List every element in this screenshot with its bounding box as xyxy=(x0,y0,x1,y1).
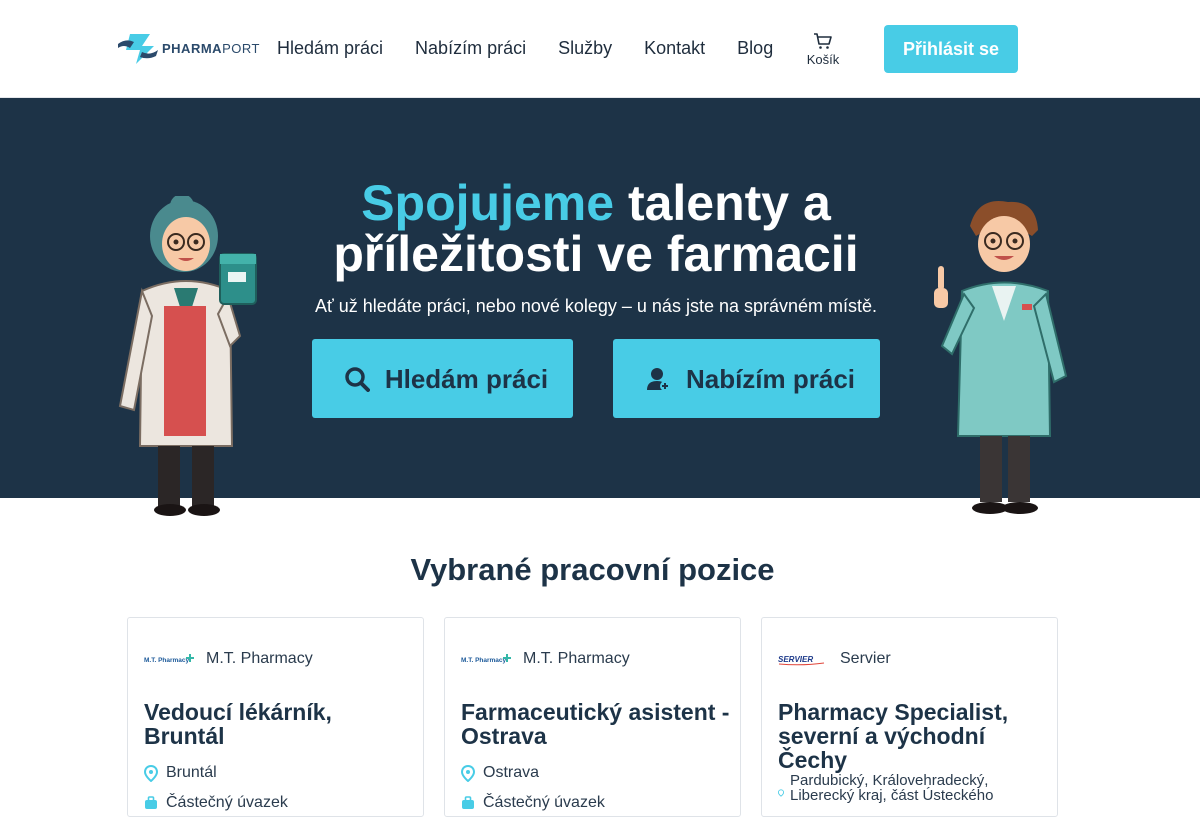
cart-icon xyxy=(814,33,832,49)
hero-title-part2: příležitosti ve farmacii xyxy=(333,226,859,282)
nav-item-kontakt[interactable]: Kontakt xyxy=(644,38,705,58)
offer-job-label: Nabízím práci xyxy=(685,363,856,394)
hero-title: Spojujeme talenty a příležitosti ve farm… xyxy=(296,178,896,280)
job-location: Ostrava xyxy=(483,764,540,781)
logo-brand-bold: PHARMA xyxy=(162,40,223,56)
briefcase-icon xyxy=(145,796,157,809)
logo-brand-light: PORT xyxy=(222,40,260,56)
male-pharmacist-illustration xyxy=(934,201,1068,514)
offer-job-button[interactable]: Nabízím práci xyxy=(613,339,880,418)
hero-title-part1: talenty a xyxy=(614,175,831,231)
company-logo-text: M.T. Pharmacy xyxy=(144,657,190,664)
job-title[interactable]: Vedoucí lékárník, Bruntál xyxy=(144,700,414,748)
site-header: PHARMAPORT Hledám práci Nabízím práci Sl… xyxy=(0,0,1200,98)
logo-mark-icon xyxy=(118,34,158,64)
job-card[interactable]: SERVIER Servier Pharmacy Specialist, sev… xyxy=(761,617,1058,817)
search-icon xyxy=(345,366,370,392)
nav-item-sluzby[interactable]: Služby xyxy=(558,38,612,58)
job-title[interactable]: Pharmacy Specialist, severní a východní … xyxy=(778,700,1048,772)
briefcase-icon xyxy=(462,796,474,809)
hero-subtitle: Ať už hledáte práci, nebo nové kolegy – … xyxy=(314,296,878,316)
job-card[interactable]: M.T. Pharmacy M.T. Pharmacy Farmaceutick… xyxy=(444,617,741,817)
company-name: M.T. Pharmacy xyxy=(206,650,313,667)
company-name: Servier xyxy=(840,650,891,667)
female-pharmacist-illustration xyxy=(118,196,257,516)
map-pin-icon xyxy=(461,765,475,782)
company-logo-text: SERVIER xyxy=(778,655,813,664)
servier-logo: SERVIER xyxy=(778,655,825,666)
hero-title-accent: Spojujeme xyxy=(361,175,615,231)
login-button[interactable]: Přihlásit se xyxy=(884,25,1018,73)
mt-pharmacy-logo: M.T. Pharmacy xyxy=(461,654,511,664)
cart-label: Košík xyxy=(806,52,840,67)
company-logo-text: M.T. Pharmacy xyxy=(461,657,507,664)
job-location: Pardubický, Královehradecký, Liberecký k… xyxy=(790,772,994,804)
job-location: Bruntál xyxy=(166,764,217,781)
nav-item-nabizim[interactable]: Nabízím práci xyxy=(415,38,526,58)
cart-link[interactable]: Košík xyxy=(805,32,841,67)
nav-item-blog[interactable]: Blog xyxy=(737,38,773,58)
nav-item-hledam[interactable]: Hledám práci xyxy=(277,38,383,58)
job-title[interactable]: Farmaceutický asistent - Ostrava xyxy=(461,700,731,748)
pharmaport-logo[interactable]: PHARMAPORT xyxy=(116,30,260,66)
user-plus-icon xyxy=(647,367,670,391)
mt-pharmacy-logo: M.T. Pharmacy xyxy=(144,654,194,664)
seek-job-label: Hledám práci xyxy=(384,363,549,394)
map-pin-icon xyxy=(778,789,784,797)
company-name: M.T. Pharmacy xyxy=(523,650,630,667)
job-type: Částečný úvazek xyxy=(166,794,288,811)
main-nav: Hledám práci Nabízím práci Služby Kontak… xyxy=(277,38,805,58)
job-type: Částečný úvazek xyxy=(483,794,605,811)
seek-job-button[interactable]: Hledám práci xyxy=(312,339,573,418)
map-pin-icon xyxy=(144,765,158,782)
job-card[interactable]: M.T. Pharmacy M.T. Pharmacy Vedoucí léká… xyxy=(127,617,424,817)
featured-jobs-title: Vybrané pracovní pozice xyxy=(410,552,775,587)
